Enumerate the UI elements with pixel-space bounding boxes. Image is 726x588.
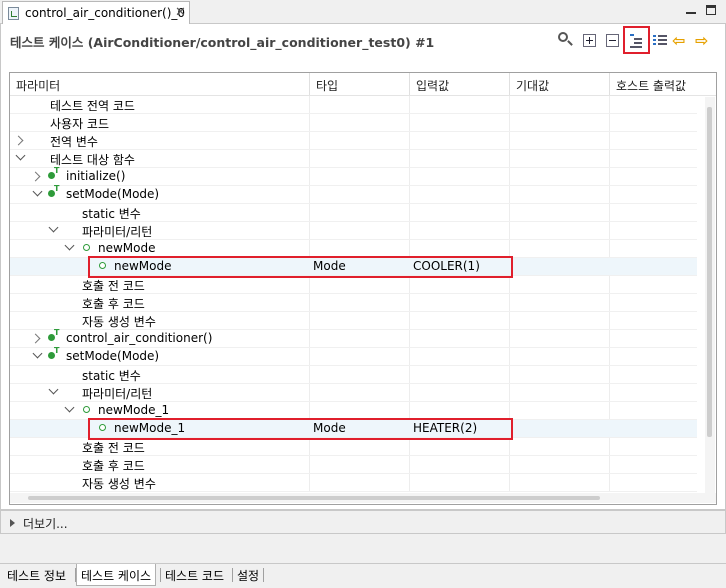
row-label: newMode_1 — [98, 403, 170, 417]
scroll-thumb[interactable] — [707, 107, 712, 437]
table-row[interactable]: 테스트 전역 코드 — [10, 96, 697, 114]
table-row[interactable]: TsetMode(Mode) — [10, 184, 697, 204]
tree-view-highlight — [623, 26, 650, 54]
table-row[interactable]: 자동 생성 변수 — [10, 312, 697, 330]
column-header-host-output[interactable]: 호스트 출력값 — [616, 77, 686, 94]
table-row[interactable]: 테스트 대상 함수 — [10, 150, 697, 168]
row-label: 호출 후 코드 — [82, 459, 145, 473]
highlight-box-heater — [88, 418, 513, 440]
row-label: 전역 변수 — [50, 135, 98, 149]
collapse-all-icon[interactable] — [604, 31, 622, 49]
row-label: 파라미터/리턴 — [82, 225, 153, 239]
parameter-table: 파라미터 타입 입력값 기대값 호스트 출력값 테스트 전역 코드 사용자 코드… — [9, 72, 717, 505]
chevron-down-icon[interactable] — [48, 384, 59, 395]
vertical-scrollbar[interactable] — [705, 97, 715, 493]
more-label: 더보기... — [23, 517, 68, 531]
chevron-down-icon[interactable] — [64, 240, 75, 251]
table-row[interactable]: TsetMode(Mode) — [10, 346, 697, 366]
table-row[interactable]: static 변수 — [10, 366, 697, 384]
column-header-input[interactable]: 입력값 — [416, 77, 449, 94]
table-row[interactable]: 사용자 코드 — [10, 114, 697, 132]
row-label: 자동 생성 변수 — [82, 477, 156, 491]
chevron-right-icon[interactable] — [10, 519, 15, 527]
chevron-right-icon[interactable] — [30, 171, 41, 182]
function-icon: T — [48, 184, 59, 197]
tab-test-case[interactable]: 테스트 케이스 — [76, 564, 157, 586]
chevron-down-icon[interactable] — [32, 186, 43, 197]
chevron-down-icon[interactable] — [48, 222, 59, 233]
column-header-type[interactable]: 타입 — [316, 77, 338, 94]
row-label: setMode(Mode) — [66, 187, 160, 201]
row-label: 호출 전 코드 — [82, 279, 145, 293]
file-icon — [8, 7, 19, 20]
table-row[interactable]: 호출 전 코드 — [10, 438, 697, 456]
horizontal-scrollbar[interactable] — [10, 493, 716, 503]
row-label: 테스트 대상 함수 — [50, 153, 135, 167]
tab-test-code[interactable]: 테스트 코드 — [161, 564, 228, 586]
row-label: static 변수 — [82, 369, 141, 383]
chevron-right-icon[interactable] — [13, 135, 24, 146]
back-arrow-glyph: ⇦ — [672, 31, 686, 50]
row-label: 호출 전 코드 — [82, 441, 145, 455]
row-label: control_air_conditioner() — [66, 331, 213, 345]
minimize-icon[interactable] — [686, 12, 696, 14]
column-header-expected[interactable]: 기대값 — [516, 77, 549, 94]
more-section[interactable]: 더보기... — [0, 510, 726, 534]
table-row[interactable]: Tinitialize() — [10, 166, 697, 186]
table-row[interactable]: 전역 변수 — [10, 132, 697, 150]
chevron-right-icon[interactable] — [30, 333, 41, 344]
row-label: initialize() — [66, 169, 126, 183]
row-label: newMode — [98, 241, 156, 255]
table-row[interactable]: 호출 후 코드 — [10, 294, 697, 312]
table-row[interactable]: 자동 생성 변수 — [10, 474, 697, 492]
back-arrow-icon[interactable]: ⇦ — [672, 31, 690, 49]
row-label: 호출 후 코드 — [82, 297, 145, 311]
row-label: 파라미터/리턴 — [82, 387, 153, 401]
variable-icon — [83, 406, 90, 413]
variable-icon — [83, 244, 90, 251]
search-icon[interactable] — [556, 31, 574, 49]
scroll-thumb[interactable] — [28, 496, 600, 500]
editor-tab[interactable]: control_air_conditioner()_0 ✕ — [2, 1, 190, 24]
row-label: setMode(Mode) — [66, 349, 160, 363]
table-row[interactable]: Tcontrol_air_conditioner() — [10, 328, 697, 348]
editor-tab-title: control_air_conditioner()_0 — [25, 6, 186, 20]
row-label: 사용자 코드 — [50, 117, 110, 131]
row-label: 테스트 전역 코드 — [50, 99, 135, 113]
page-title: 테스트 케이스 (AirConditioner/control_air_cond… — [10, 35, 435, 50]
table-row[interactable]: 파라미터/리턴 — [10, 222, 697, 240]
chevron-down-icon[interactable] — [64, 402, 75, 413]
chevron-down-icon[interactable] — [15, 150, 26, 161]
table-row[interactable]: static 변수 — [10, 204, 697, 222]
expand-all-icon[interactable] — [581, 31, 599, 49]
table-header: 파라미터 타입 입력값 기대값 호스트 출력값 — [10, 73, 716, 96]
window-controls — [684, 3, 720, 21]
maximize-icon[interactable] — [706, 5, 716, 15]
highlight-box-cooler — [88, 256, 513, 278]
list-view-icon[interactable] — [651, 31, 669, 49]
column-header-parameter[interactable]: 파라미터 — [16, 77, 60, 94]
forward-arrow-icon[interactable]: ⇨ — [695, 31, 713, 49]
table-row[interactable]: 파라미터/리턴 — [10, 384, 697, 402]
close-tab-icon[interactable]: ✕ — [175, 5, 186, 20]
row-label: static 변수 — [82, 207, 141, 221]
table-row[interactable]: 호출 전 코드 — [10, 276, 697, 294]
table-row[interactable]: 호출 후 코드 — [10, 456, 697, 474]
function-icon: T — [48, 166, 59, 179]
chevron-down-icon[interactable] — [32, 348, 43, 359]
row-label: 자동 생성 변수 — [82, 315, 156, 329]
function-icon: T — [48, 328, 59, 341]
forward-arrow-glyph: ⇨ — [695, 31, 709, 50]
tab-settings[interactable]: 설정 — [233, 564, 263, 586]
bottom-tab-bar: 테스트 정보 테스트 케이스 테스트 코드 설정 — [0, 563, 726, 588]
tab-test-info[interactable]: 테스트 정보 — [3, 564, 70, 586]
function-icon: T — [48, 346, 59, 359]
